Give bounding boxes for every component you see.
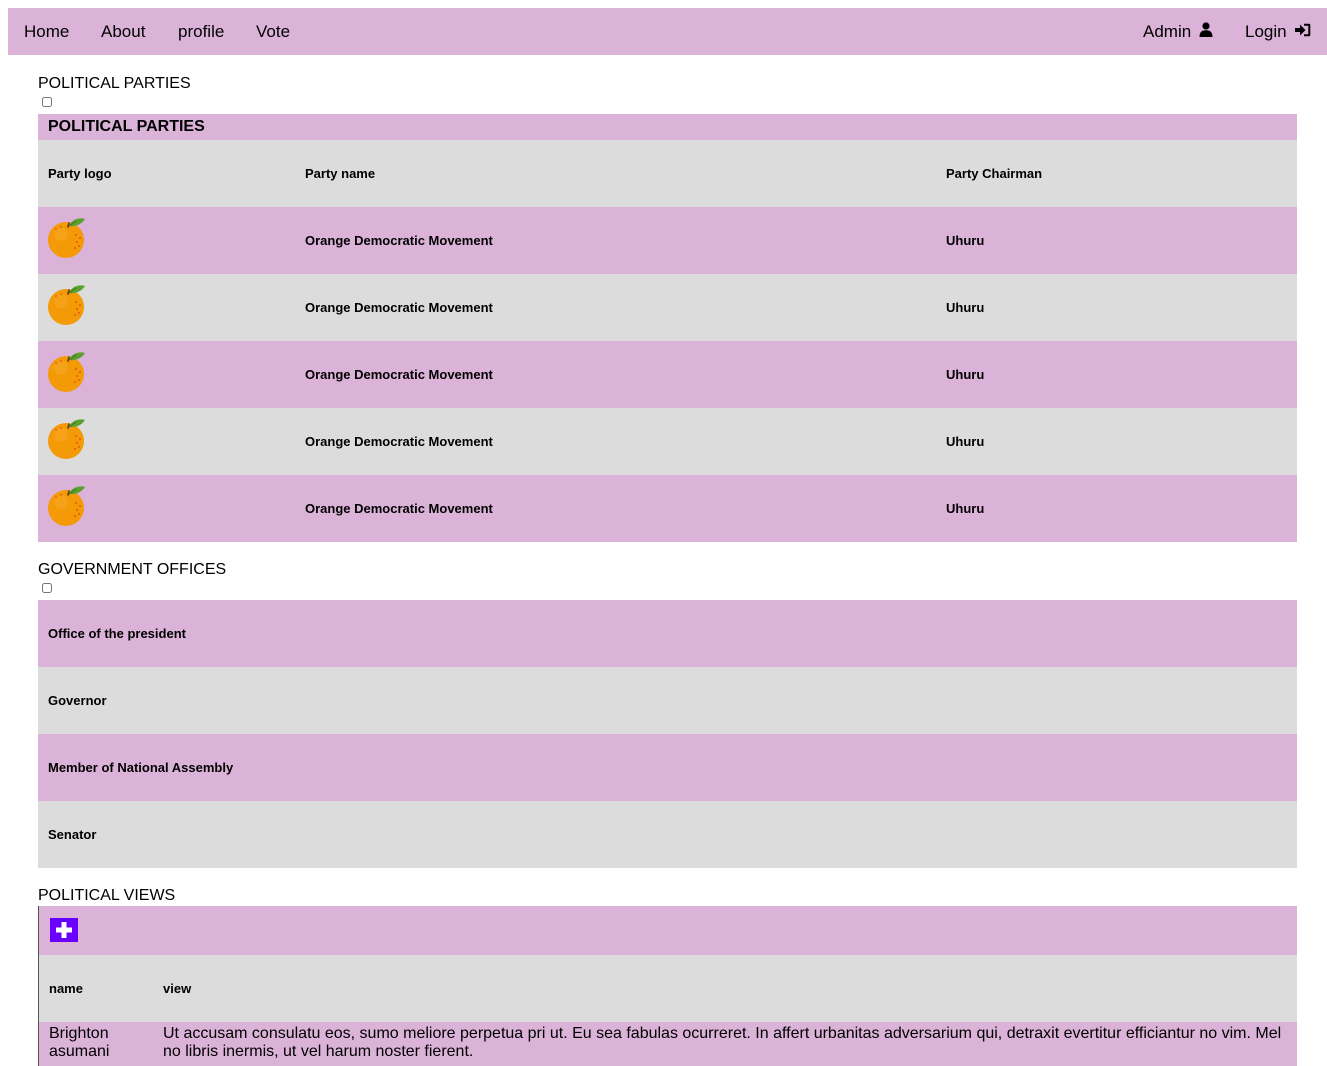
table-row: Orange Democratic Movement Uhuru (38, 274, 1297, 341)
party-chairman-cell: Uhuru (946, 233, 985, 248)
party-chairman-cell: Uhuru (946, 367, 985, 382)
offices-table: Office of the president Governor Member of… (38, 600, 1297, 868)
nav-admin-link[interactable]: Admin (1143, 8, 1213, 55)
offices-section-title: GOVERNMENT OFFICES (38, 561, 227, 578)
party-logo-cell (47, 207, 87, 274)
header-name: name (49, 981, 83, 996)
nav-about-link[interactable]: About (101, 8, 145, 55)
party-name-cell: Orange Democratic Movement (305, 300, 493, 315)
nav-vote-link[interactable]: Vote (256, 8, 290, 55)
sign-in-icon (1294, 8, 1311, 55)
party-chairman-cell: Uhuru (946, 501, 985, 516)
header-party-chairman: Party Chairman (946, 166, 1043, 181)
nav-home-link[interactable]: Home (24, 8, 69, 55)
table-row: Orange Democratic Movement Uhuru (38, 475, 1297, 542)
office-row[interactable]: Member of National Assembly (38, 734, 1297, 801)
party-logo-cell (47, 408, 87, 475)
header-party-logo: Party logo (48, 166, 112, 181)
office-label: Governor (48, 693, 107, 708)
user-icon (1199, 8, 1213, 55)
orange-icon (47, 485, 87, 530)
parties-header-row: Party logo Party name Party Chairman (38, 140, 1297, 207)
offices-toggle-checkbox[interactable] (42, 583, 52, 593)
nav-login-link[interactable]: Login (1245, 8, 1311, 55)
orange-icon (47, 418, 87, 463)
view-text: Ut accusam consulatu eos, sumo meliore p… (163, 1025, 1282, 1060)
party-name-cell: Orange Democratic Movement (305, 434, 493, 449)
party-logo-cell (47, 274, 87, 341)
office-label: Senator (48, 827, 97, 842)
table-row: Orange Democratic Movement Uhuru (38, 207, 1297, 274)
parties-table: POLITICAL PARTIES Party logo Party name … (38, 114, 1297, 542)
office-row[interactable]: Senator (38, 801, 1297, 868)
parties-toggle-checkbox[interactable] (42, 97, 52, 107)
parties-table-caption: POLITICAL PARTIES (38, 114, 1297, 140)
orange-icon (47, 351, 87, 396)
nav-profile-link[interactable]: profile (178, 8, 224, 55)
office-row[interactable]: Office of the president (38, 600, 1297, 667)
header-party-name: Party name (305, 166, 376, 181)
office-label: Office of the president (48, 626, 186, 641)
header-view: view (163, 981, 192, 996)
views-header-row: name view (39, 955, 1297, 1022)
office-row[interactable]: Governor (38, 667, 1297, 734)
party-logo-cell (47, 475, 87, 542)
nav-admin-label: Admin (1143, 22, 1192, 41)
party-name-cell: Orange Democratic Movement (305, 501, 493, 516)
table-row: Orange Democratic Movement Uhuru (38, 408, 1297, 475)
party-logo-cell (47, 341, 87, 408)
nav-login-label: Login (1245, 22, 1287, 41)
views-toolbar (39, 906, 1297, 955)
parties-section-title: POLITICAL PARTIES (38, 75, 191, 92)
party-chairman-cell: Uhuru (946, 300, 985, 315)
office-label: Member of National Assembly (48, 760, 234, 775)
table-row: Orange Democratic Movement Uhuru (38, 341, 1297, 408)
views-section-title: POLITICAL VIEWS (38, 887, 176, 904)
party-name-cell: Orange Democratic Movement (305, 367, 493, 382)
party-name-cell: Orange Democratic Movement (305, 233, 493, 248)
add-view-button[interactable] (50, 918, 78, 942)
top-navbar: Home About profile Vote Admin Login (8, 8, 1327, 55)
view-row: Brighton asumani Ut accusam consulatu eos… (39, 1022, 1297, 1066)
views-table: name view Brighton asumani Ut accusam con… (38, 906, 1297, 1066)
plus-icon (56, 922, 72, 938)
orange-icon (47, 284, 87, 329)
orange-icon (47, 217, 87, 262)
party-chairman-cell: Uhuru (946, 434, 985, 449)
view-author-name: Brighton asumani (49, 1025, 110, 1060)
